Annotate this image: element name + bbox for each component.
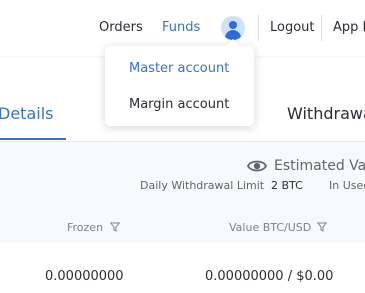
in-used-label: In Used — [329, 179, 365, 192]
nav-divider — [258, 15, 259, 41]
tab-details[interactable]: Details — [0, 104, 53, 124]
nav-funds-link[interactable]: Funds — [162, 19, 200, 36]
tab-withdrawals[interactable]: Withdrawa — [287, 104, 365, 124]
nav-orders-link[interactable]: Orders — [99, 19, 143, 36]
daily-withdrawal-limit-label: Daily Withdrawal Limit — [140, 179, 265, 192]
nav-divider — [321, 15, 322, 41]
dropdown-item-margin-account[interactable]: Margin account — [129, 96, 229, 113]
active-tab-indicator — [0, 138, 66, 140]
cell-value: 0.00000000 / $0.00 — [205, 269, 334, 284]
nav-app-download-link[interactable]: App D — [333, 19, 365, 36]
estimated-value-label: Estimated Valu — [274, 158, 365, 174]
daily-withdrawal-limit-value: 2 BTC — [271, 179, 303, 192]
funds-dropdown-menu: Master account Margin account — [105, 38, 254, 126]
column-header-value[interactable]: Value BTC/USD — [229, 221, 311, 235]
cell-frozen: 0.00000000 — [45, 269, 124, 284]
nav-logout-link[interactable]: Logout — [270, 19, 315, 36]
user-avatar-icon[interactable] — [221, 16, 245, 40]
column-header-frozen[interactable]: Frozen — [67, 221, 103, 235]
filter-icon[interactable] — [110, 222, 120, 232]
eye-icon[interactable] — [247, 158, 267, 174]
dropdown-item-master-account[interactable]: Master account — [129, 60, 229, 77]
filter-icon[interactable] — [317, 222, 327, 232]
avatar-head — [229, 21, 237, 29]
